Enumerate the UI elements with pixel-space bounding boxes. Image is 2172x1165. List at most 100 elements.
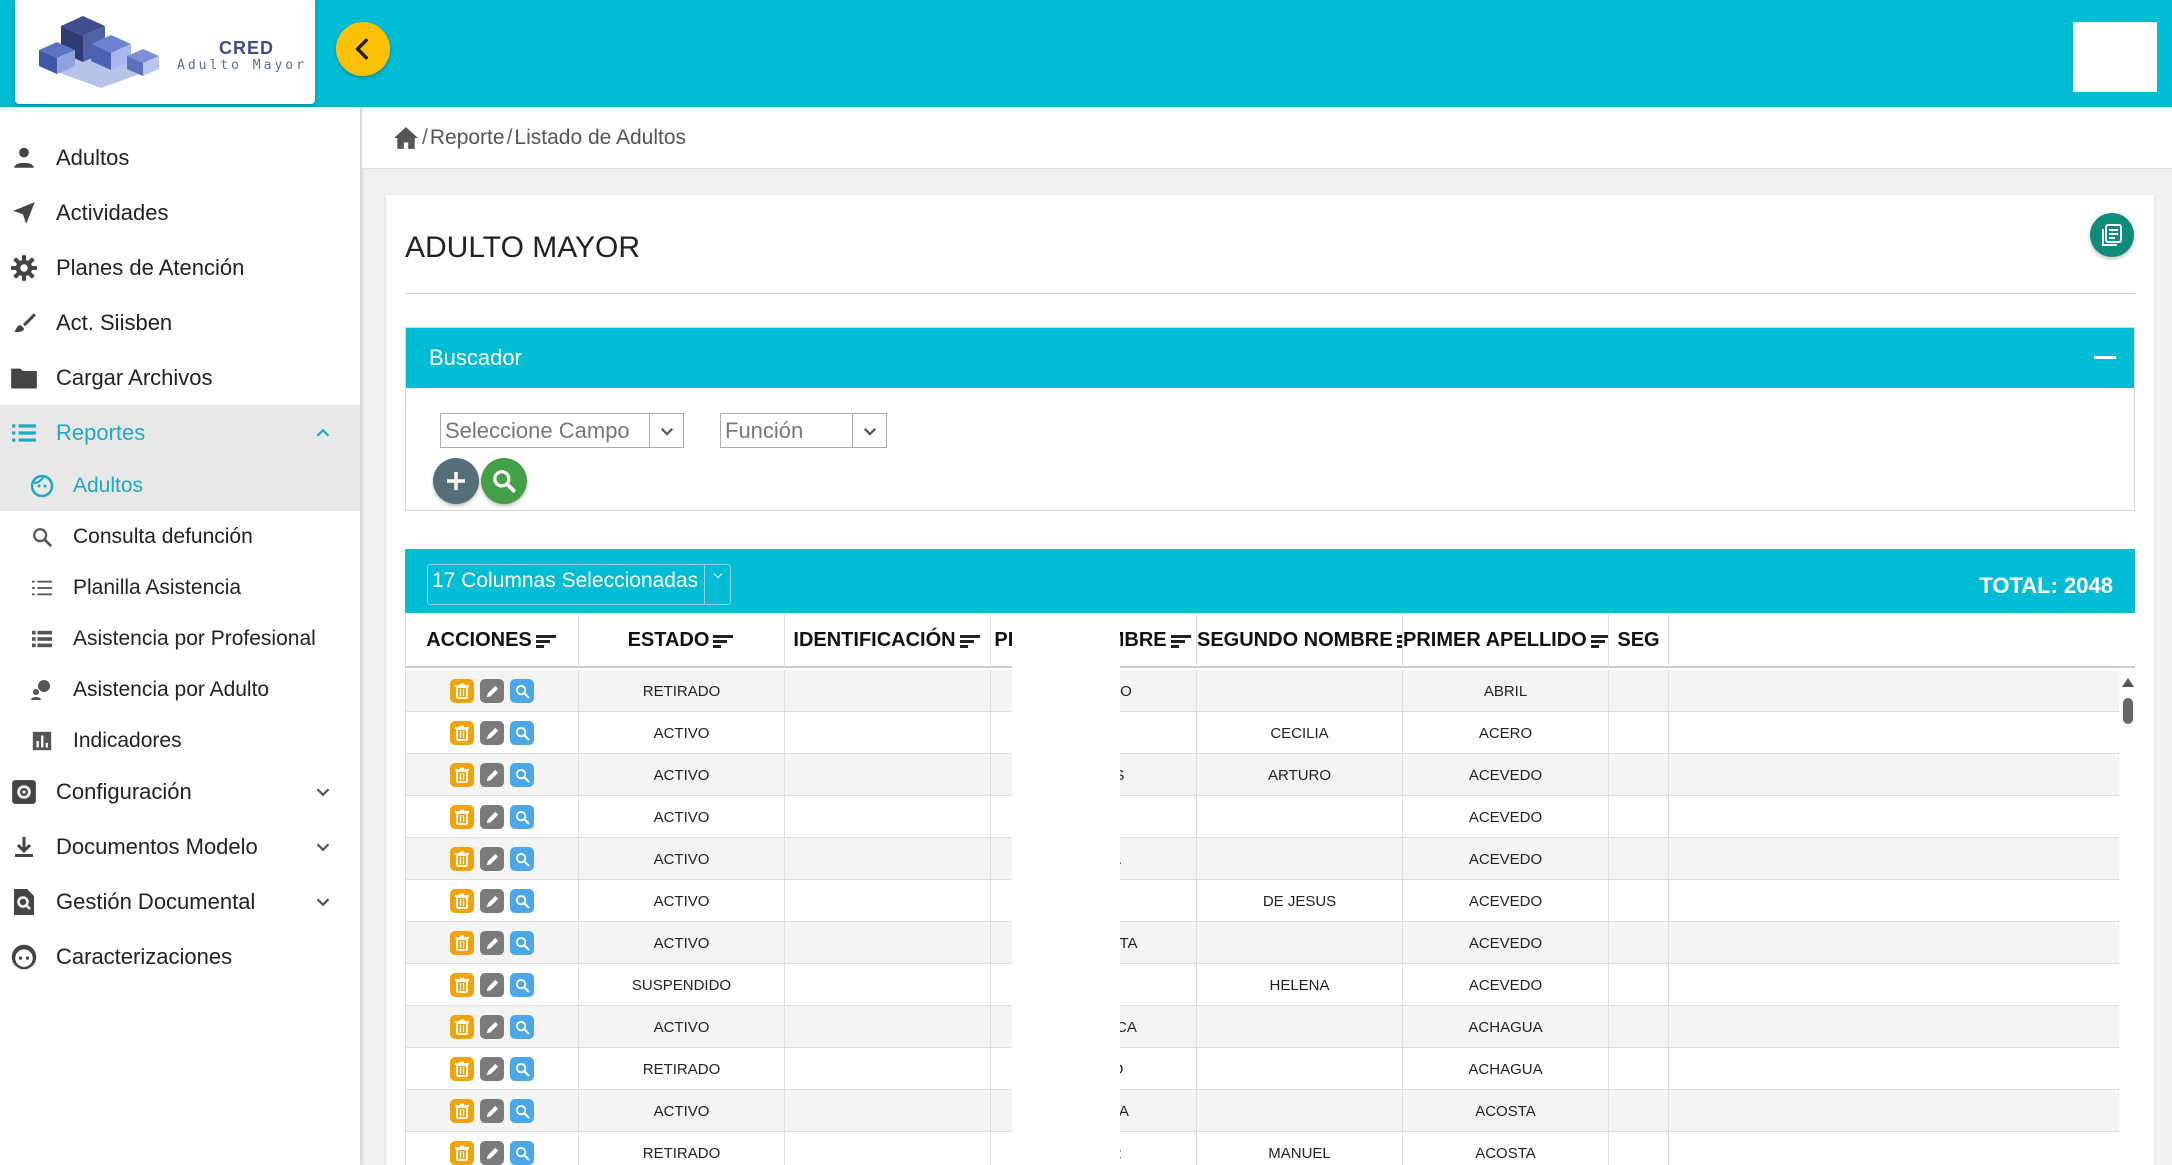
columns-select[interactable]: 17 Columnas Seleccionadas — [427, 564, 731, 605]
function-select-value: Función — [725, 417, 804, 443]
sidebar-subitem-indicadores[interactable]: Indicadores — [0, 715, 360, 766]
delete-button[interactable] — [450, 1015, 474, 1039]
cell-identificacion — [785, 712, 991, 754]
delete-button[interactable] — [450, 805, 474, 829]
edit-button[interactable] — [480, 721, 504, 745]
edit-button[interactable] — [480, 805, 504, 829]
sort-icon[interactable] — [1396, 633, 1402, 649]
edit-button[interactable] — [480, 763, 504, 787]
delete-button[interactable] — [450, 679, 474, 703]
delete-button[interactable] — [450, 1057, 474, 1081]
actions-cell — [406, 1006, 579, 1048]
sidebar-item-caracterizaciones[interactable]: Caracterizaciones — [0, 929, 360, 984]
breadcrumb-listado[interactable]: Listado de Adultos — [514, 126, 686, 150]
person-icon — [10, 144, 38, 172]
view-button[interactable] — [510, 931, 534, 955]
column-header[interactable]: IDENTIFICACIÓN — [785, 613, 991, 668]
breadcrumb-separator: / — [422, 125, 428, 149]
field-select[interactable]: Seleccione Campo — [440, 413, 684, 448]
view-button[interactable] — [510, 721, 534, 745]
sidebar-subitem-adultos[interactable]: Adultos — [0, 460, 360, 511]
sidebar-item-actividades[interactable]: Actividades — [0, 185, 360, 240]
sidebar-collapse-button[interactable] — [336, 22, 390, 76]
view-button[interactable] — [510, 763, 534, 787]
delete-button[interactable] — [450, 931, 474, 955]
view-button[interactable] — [510, 1015, 534, 1039]
columns-select-value: 17 Columnas Seleccionadas — [432, 569, 699, 592]
edit-button[interactable] — [480, 1099, 504, 1123]
edit-button[interactable] — [480, 679, 504, 703]
search-panel-header[interactable]: Buscador — [406, 328, 2134, 388]
column-header[interactable]: SEGUNDO NOMBRE — [1197, 613, 1403, 668]
trash-icon — [455, 893, 469, 909]
delete-button[interactable] — [450, 847, 474, 871]
delete-button[interactable] — [450, 763, 474, 787]
chevron-down-icon — [316, 897, 330, 906]
cell-estado: RETIRADO — [579, 1048, 785, 1090]
edit-button[interactable] — [480, 889, 504, 913]
column-header[interactable]: PRIMER APELLIDO — [1403, 613, 1609, 668]
collapse-minus-icon[interactable] — [2094, 356, 2116, 359]
sidebar-item-gestion-documental[interactable]: Gestión Documental — [0, 874, 360, 929]
sort-icon[interactable] — [713, 633, 735, 649]
edit-button[interactable] — [480, 847, 504, 871]
sidebar-subitem-defuncion[interactable]: Consulta defunción — [0, 511, 360, 562]
delete-button[interactable] — [450, 1141, 474, 1165]
column-header[interactable]: ESTADO — [579, 613, 785, 668]
sort-icon[interactable] — [1170, 633, 1193, 649]
sort-icon[interactable] — [959, 633, 982, 649]
delete-button[interactable] — [450, 1099, 474, 1123]
person-pin-icon — [29, 677, 55, 703]
view-button[interactable] — [510, 973, 534, 997]
chevron-down-icon — [704, 565, 730, 604]
scroll-up-arrow[interactable] — [2122, 678, 2134, 687]
sort-icon[interactable] — [1590, 633, 1608, 649]
trash-icon — [455, 767, 469, 783]
cell-segundo-nombre: DE JESUS — [1197, 880, 1403, 922]
sidebar-subitem-asistencia-adulto[interactable]: Asistencia por Adulto — [0, 664, 360, 715]
column-header[interactable]: SEG — [1609, 613, 1669, 668]
send-icon — [10, 199, 38, 227]
home-icon[interactable] — [392, 126, 420, 150]
edit-button[interactable] — [480, 973, 504, 997]
view-button[interactable] — [510, 1057, 534, 1081]
delete-button[interactable] — [450, 721, 474, 745]
user-avatar-box[interactable] — [2073, 22, 2157, 92]
sidebar-item-planes[interactable]: Planes de Atención — [0, 240, 360, 295]
actions-cell — [406, 754, 579, 796]
table-row: RETIRADOREINALDOABRIL — [406, 670, 2119, 712]
view-button[interactable] — [510, 679, 534, 703]
edit-button[interactable] — [480, 1141, 504, 1165]
scroll-thumb[interactable] — [2123, 698, 2133, 724]
view-button[interactable] — [510, 1099, 534, 1123]
delete-button[interactable] — [450, 973, 474, 997]
delete-button[interactable] — [450, 889, 474, 913]
sidebar-item-cargar[interactable]: Cargar Archivos — [0, 350, 360, 405]
search-button[interactable] — [481, 458, 527, 504]
sidebar-item-reportes[interactable]: Reportes — [0, 405, 360, 460]
sidebar-item-documentos-modelo[interactable]: Documentos Modelo — [0, 819, 360, 874]
sidebar-item-siisben[interactable]: Act. Siisben — [0, 295, 360, 350]
view-button[interactable] — [510, 805, 534, 829]
cell-segundo-apellido — [1609, 1006, 1669, 1048]
column-header[interactable]: ACCIONES — [406, 613, 579, 668]
breadcrumb-reporte[interactable]: Reporte — [430, 126, 505, 150]
edit-button[interactable] — [480, 931, 504, 955]
sort-icon[interactable] — [535, 633, 558, 649]
logo[interactable]: CRED Adulto Mayor — [15, 0, 315, 104]
view-button[interactable] — [510, 889, 534, 913]
sidebar-item-adultos[interactable]: Adultos — [0, 130, 360, 185]
function-select[interactable]: Función — [720, 413, 887, 448]
edit-button[interactable] — [480, 1015, 504, 1039]
edit-button[interactable] — [480, 1057, 504, 1081]
sidebar-item-configuracion[interactable]: Configuración — [0, 764, 360, 819]
vertical-scrollbar[interactable] — [2119, 670, 2135, 1165]
view-button[interactable] — [510, 1141, 534, 1165]
document-list-button[interactable] — [2090, 213, 2134, 257]
sidebar-subitem-asistencia-profesional[interactable]: Asistencia por Profesional — [0, 613, 360, 664]
add-filter-button[interactable] — [433, 458, 479, 504]
brush-icon — [10, 309, 38, 337]
sidebar-subitem-planilla[interactable]: Planilla Asistencia — [0, 562, 360, 613]
table-row: ACTIVOMARGARITAACEVEDO — [406, 922, 2119, 964]
view-button[interactable] — [510, 847, 534, 871]
